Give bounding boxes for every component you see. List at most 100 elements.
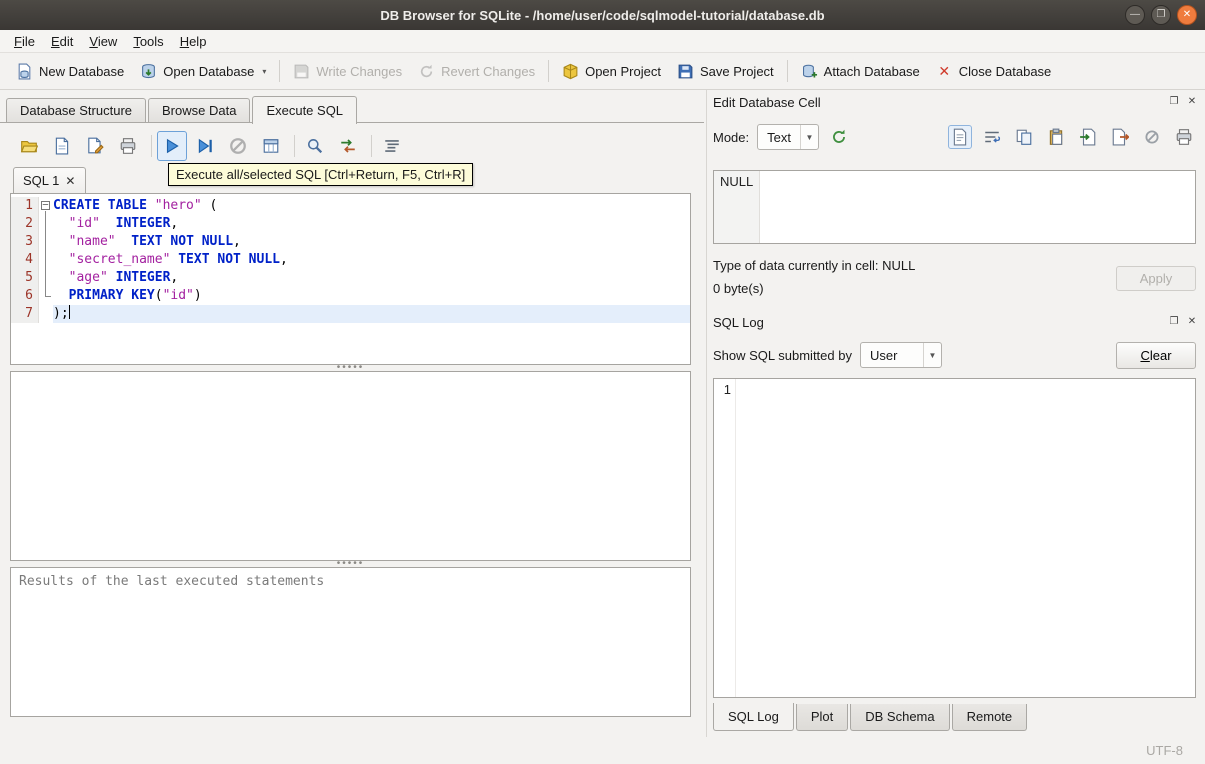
code-text: PRIMARY KEY("id") <box>68 288 202 303</box>
mode-value: Text <box>767 129 791 145</box>
tab-sql-log[interactable]: SQL Log <box>713 703 794 731</box>
code-line[interactable]: 2 "id" INTEGER, <box>11 215 690 233</box>
menu-help[interactable]: Help <box>172 31 215 52</box>
format-sql-button[interactable] <box>377 131 407 161</box>
word-wrap-icon <box>985 131 1001 143</box>
save-sql-file-icon <box>55 137 69 155</box>
tab-db-schema[interactable]: DB Schema <box>850 704 950 731</box>
cell-editor-area[interactable]: NULL <box>713 170 1196 244</box>
open-project-label: Open Project <box>585 63 661 79</box>
menu-bar: File Edit View Tools Help <box>0 30 1205 53</box>
tab-execute-sql[interactable]: Execute SQL <box>252 96 358 124</box>
sql-log-area[interactable]: 1 <box>713 378 1196 698</box>
cell-editor-content[interactable] <box>760 171 1195 243</box>
cell-editor-gutter: NULL <box>714 171 760 243</box>
line-number: 1 <box>11 197 39 215</box>
tab-browse-data[interactable]: Browse Data <box>148 98 251 123</box>
text-document-icon <box>953 128 967 146</box>
fold-marker[interactable]: – <box>39 197 53 215</box>
print-icon <box>120 138 136 154</box>
print-button[interactable] <box>113 131 143 161</box>
open-project-button[interactable]: Open Project <box>554 59 669 84</box>
open-sql-file-button[interactable] <box>14 131 44 161</box>
sql-tab-label: SQL 1 <box>23 173 60 188</box>
menu-file[interactable]: File <box>6 31 43 52</box>
line-number: 7 <box>11 305 39 323</box>
sql-log-title: SQL Log <box>713 314 764 330</box>
paste-cell-button[interactable] <box>1044 125 1068 149</box>
write-changes-icon <box>294 64 309 78</box>
refresh-icon <box>833 129 845 143</box>
clear-log-button[interactable]: Clear <box>1116 342 1196 369</box>
close-database-button[interactable]: ✕ Close Database <box>928 59 1060 84</box>
sql-log-gutter: 1 <box>714 379 736 697</box>
float-dock-icon[interactable]: ❐ <box>1167 95 1181 109</box>
tab-plot[interactable]: Plot <box>795 704 849 731</box>
float-dock-icon[interactable]: ❐ <box>1167 315 1181 329</box>
results-placeholder: Results of the last executed statements <box>19 574 325 589</box>
maximize-button[interactable]: ❐ <box>1151 5 1171 25</box>
window-title: DB Browser for SQLite - /home/user/code/… <box>380 7 825 23</box>
find-button[interactable] <box>300 131 330 161</box>
execute-all-button[interactable] <box>157 131 187 161</box>
sql-tab-close-icon[interactable]: ✕ <box>65 174 75 188</box>
save-results-button[interactable] <box>256 131 286 161</box>
sql-editor[interactable]: 1– CREATE TABLE "hero" (2 "id" INTEGER, 3 … <box>10 193 691 365</box>
export-cell-button[interactable] <box>1108 125 1132 149</box>
tab-remote[interactable]: Remote <box>951 704 1028 731</box>
save-sql-file-as-button[interactable] <box>80 131 110 161</box>
open-sql-file-icon <box>20 140 38 153</box>
close-button[interactable]: ✕ <box>1177 5 1197 25</box>
execute-line-button[interactable] <box>190 131 220 161</box>
revert-changes-icon <box>421 64 433 77</box>
set-null-button[interactable] <box>1140 125 1164 149</box>
copy-cell-button[interactable] <box>1012 125 1036 149</box>
open-database-button[interactable]: Open Database ▾ <box>132 59 274 84</box>
open-database-dropdown-icon[interactable]: ▾ <box>262 67 266 76</box>
import-cell-button[interactable] <box>1076 125 1100 149</box>
sql-log-filter-label: Show SQL submitted by <box>713 347 852 363</box>
title-bar[interactable]: DB Browser for SQLite - /home/user/code/… <box>0 0 1205 30</box>
save-sql-file-button[interactable] <box>47 131 77 161</box>
sql-log-filter-select[interactable]: User ▼ <box>859 342 942 368</box>
tab-database-structure[interactable]: Database Structure <box>6 98 147 123</box>
text-mode-button[interactable] <box>948 125 972 149</box>
menu-view[interactable]: View <box>81 31 125 52</box>
toolbar-separator <box>548 60 550 82</box>
code-line[interactable]: 3 "name" TEXT NOT NULL, <box>11 233 690 251</box>
save-project-button[interactable]: Save Project <box>669 59 782 84</box>
print-icon <box>1176 129 1192 145</box>
minimize-button[interactable]: — <box>1125 5 1145 25</box>
export-icon <box>1112 128 1129 146</box>
open-project-icon <box>563 63 578 79</box>
status-bar: UTF-8 <box>0 737 1205 764</box>
close-dock-icon[interactable]: ✕ <box>1185 315 1199 329</box>
auto-update-button[interactable] <box>827 125 851 149</box>
print-cell-button[interactable] <box>1172 125 1196 149</box>
menu-edit[interactable]: Edit <box>43 31 81 52</box>
find-replace-icon <box>341 139 355 153</box>
mode-select[interactable]: Text ▼ <box>757 124 819 150</box>
attach-database-button[interactable]: Attach Database <box>793 59 928 84</box>
right-dock-area: Edit Database Cell ❐ ✕ Mode: Text ▼ NULL… <box>706 90 1205 737</box>
code-line[interactable]: 4 "secret_name" TEXT NOT NULL, <box>11 251 690 269</box>
fold-marker <box>39 287 53 305</box>
tooltip: Execute all/selected SQL [Ctrl+Return, F… <box>168 163 474 186</box>
results-grid[interactable] <box>10 371 691 561</box>
code-line[interactable]: 7); <box>11 305 690 323</box>
edit-cell-dock-header: Edit Database Cell ❐ ✕ <box>713 92 1199 112</box>
null-icon <box>1145 130 1159 144</box>
paste-icon <box>1049 128 1063 145</box>
sql-log-dock-header: SQL Log ❐ ✕ <box>713 312 1199 332</box>
sql-tab[interactable]: SQL 1 ✕ <box>13 167 87 193</box>
fold-collapse-icon[interactable]: – <box>41 201 50 210</box>
code-line[interactable]: 6 PRIMARY KEY("id") <box>11 287 690 305</box>
menu-tools[interactable]: Tools <box>125 31 171 52</box>
code-line[interactable]: 1– CREATE TABLE "hero" ( <box>11 197 690 215</box>
new-database-button[interactable]: New Database <box>8 59 132 84</box>
find-replace-button[interactable] <box>333 131 363 161</box>
results-message-pane[interactable]: Results of the last executed statements <box>10 567 691 717</box>
word-wrap-button[interactable] <box>980 125 1004 149</box>
code-line[interactable]: 5 "age" INTEGER, <box>11 269 690 287</box>
close-dock-icon[interactable]: ✕ <box>1185 95 1199 109</box>
